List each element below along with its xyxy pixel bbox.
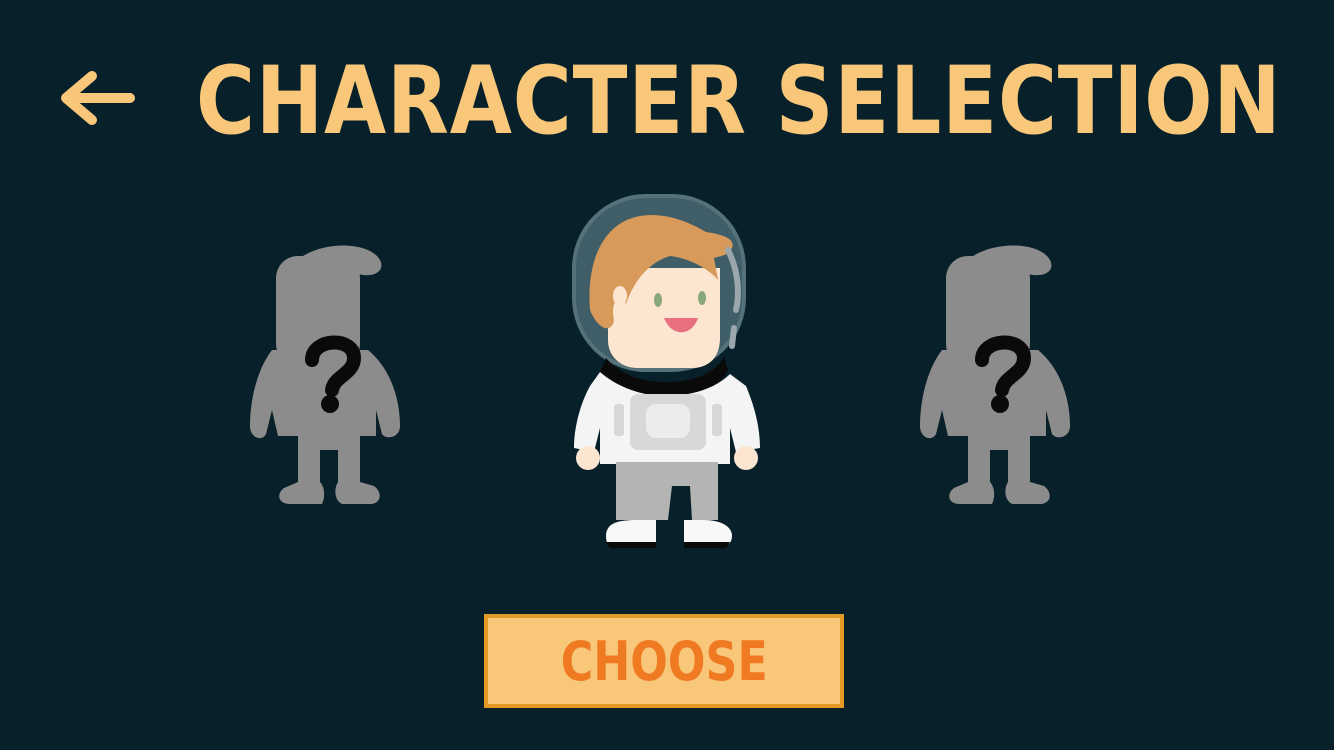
choose-button-label: CHOOSE	[560, 629, 768, 693]
astronaut-character	[572, 194, 760, 548]
question-mark-icon	[305, 335, 362, 413]
character-slot-left-locked[interactable]	[250, 238, 410, 513]
character-slot-right-locked[interactable]	[920, 238, 1080, 513]
back-button[interactable]	[58, 70, 138, 126]
question-mark-icon	[975, 335, 1032, 413]
arrow-left-icon	[61, 71, 135, 125]
page-title: CHARACTER SELECTION	[196, 47, 1282, 156]
character-slot-center-selected[interactable]	[560, 190, 772, 560]
choose-button[interactable]: CHOOSE	[484, 614, 844, 708]
